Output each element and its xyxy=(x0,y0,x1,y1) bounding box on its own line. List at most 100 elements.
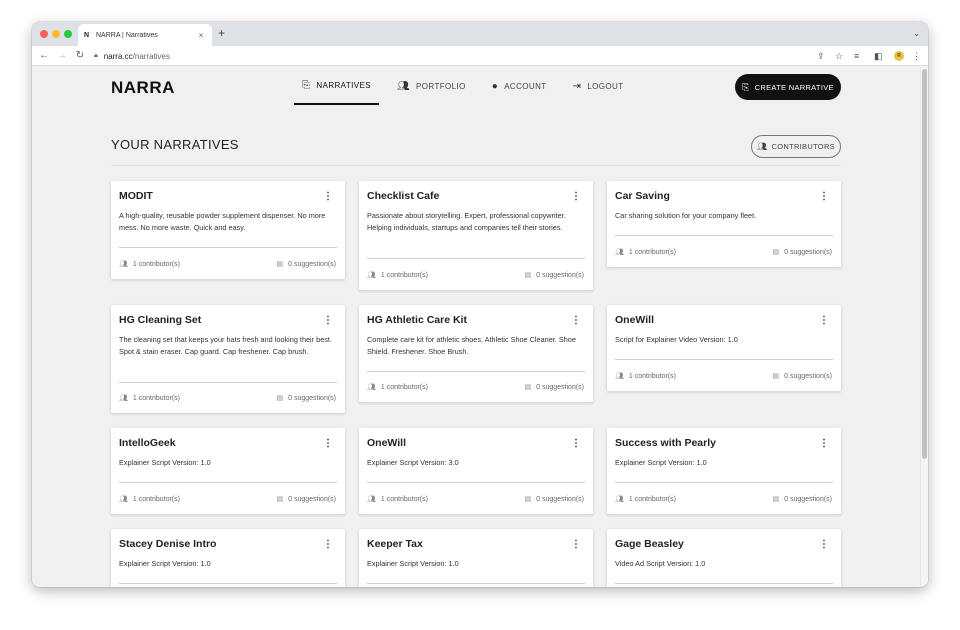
card-description: Passionate about storytelling. Expert, p… xyxy=(367,211,566,232)
nav-label: PORTFOLIO xyxy=(416,81,466,91)
side-panel-icon[interactable]: ◧ xyxy=(874,50,883,62)
more-vert-icon[interactable]: ⋮ xyxy=(819,192,829,202)
comment-icon: ▤ xyxy=(772,496,780,503)
logo[interactable]: NARRA xyxy=(111,78,175,98)
narrative-card[interactable]: Success with Pearly ⋮ Explainer Script V… xyxy=(607,428,841,514)
people-icon: 👥︎ xyxy=(119,395,128,402)
more-vert-icon[interactable]: ⋮ xyxy=(571,439,581,449)
profile-avatar[interactable]: R xyxy=(894,51,904,61)
browser-tab[interactable]: N NARRA | Narratives × xyxy=(78,24,212,46)
narrative-card[interactable]: Stacey Denise Intro ⋮ Explainer Script V… xyxy=(111,529,345,587)
narrative-card[interactable]: Checklist Cafe ⋮ Passionate about storyt… xyxy=(359,181,593,290)
more-vert-icon[interactable]: ⋮ xyxy=(323,439,333,449)
favicon: N xyxy=(84,31,90,39)
minimize-window-button[interactable] xyxy=(52,30,60,38)
people-icon: 👥︎ xyxy=(615,373,624,380)
bookmark-star-icon[interactable]: ☆ xyxy=(835,50,843,62)
suggestions-count: ▤ 0 suggestion(s) xyxy=(524,383,584,392)
narrative-card[interactable]: IntelloGeek ⋮ Explainer Script Version: … xyxy=(111,428,345,514)
suggestions-count: ▤ 0 suggestion(s) xyxy=(772,372,832,381)
more-vert-icon[interactable]: ⋮ xyxy=(571,540,581,550)
card-divider xyxy=(119,247,337,248)
more-vert-icon[interactable]: ⋮ xyxy=(323,316,333,326)
card-divider xyxy=(119,482,337,483)
suggestions-count: ▤ 0 suggestion(s) xyxy=(772,248,832,257)
comment-icon: ▤ xyxy=(276,496,284,503)
nav-narratives[interactable]: ⎘ NARRATIVES xyxy=(294,67,379,105)
tab-close-icon[interactable]: × xyxy=(196,31,206,40)
card-description: A high-quality, reusable powder suppleme… xyxy=(119,211,326,232)
narrative-card[interactable]: Car Saving ⋮ Car sharing solution for yo… xyxy=(607,181,841,267)
suggestions-count: ▤ 0 suggestion(s) xyxy=(524,495,584,504)
more-vert-icon[interactable]: ⋮ xyxy=(819,439,829,449)
card-divider xyxy=(367,583,585,584)
people-icon: 👥︎ xyxy=(367,384,376,391)
narrative-card[interactable]: Keeper Tax ⋮ Explainer Script Version: 1… xyxy=(359,529,593,587)
narrative-card[interactable]: OneWill ⋮ Script for Explainer Video Ver… xyxy=(607,305,841,391)
more-vert-icon[interactable]: ⋮ xyxy=(571,316,581,326)
browser-window: N NARRA | Narratives × + ⌄ ← → ↻ 🔒︎ narr… xyxy=(32,22,928,587)
narrative-icon: ⎘ xyxy=(302,79,311,91)
card-divider xyxy=(119,583,337,584)
narrative-card[interactable]: Gage Beasley ⋮ Video Ad Script Version: … xyxy=(607,529,841,587)
people-icon: 👥︎ xyxy=(367,496,376,503)
scrollbar-thumb[interactable] xyxy=(922,69,927,459)
page-scrollbar[interactable] xyxy=(920,67,928,587)
contributors-count: 👥︎ 1 contributor(s) xyxy=(615,248,676,257)
card-divider xyxy=(615,359,833,360)
nav-account[interactable]: ● ACCOUNT xyxy=(484,67,555,105)
tab-search-chevron-icon[interactable]: ⌄ xyxy=(913,29,920,38)
new-tab-button[interactable]: + xyxy=(218,27,225,39)
create-narrative-button[interactable]: ⎘ CREATE NARRATIVE xyxy=(735,74,841,100)
narrative-card[interactable]: HG Cleaning Set ⋮ The cleaning set that … xyxy=(111,305,345,413)
lock-icon[interactable]: 🔒︎ xyxy=(94,52,98,60)
card-description: Script for Explainer Video Version: 1.0 xyxy=(615,335,738,344)
card-description: Complete care kit for athletic shoes. At… xyxy=(367,335,576,356)
card-description: Explainer Script Version: 3.0 xyxy=(367,458,459,467)
nav-label: ACCOUNT xyxy=(504,81,547,91)
forward-arrow-icon[interactable]: → xyxy=(56,49,68,63)
maximize-window-button[interactable] xyxy=(64,30,72,38)
people-icon: 👥︎ xyxy=(367,272,376,279)
back-arrow-icon[interactable]: ← xyxy=(38,49,50,63)
comment-icon: ▤ xyxy=(524,496,532,503)
nav-portfolio[interactable]: 👥︎ PORTFOLIO xyxy=(389,67,474,105)
more-vert-icon[interactable]: ⋮ xyxy=(571,192,581,202)
narrative-card[interactable]: HG Athletic Care Kit ⋮ Complete care kit… xyxy=(359,305,593,402)
reload-icon[interactable]: ↻ xyxy=(74,49,86,63)
people-icon: 👥︎ xyxy=(396,80,411,92)
suggestions-count: ▤ 0 suggestion(s) xyxy=(276,260,336,269)
people-icon: 👥︎ xyxy=(615,249,624,256)
contributors-button[interactable]: 👥︎ CONTRIBUTORS xyxy=(751,135,841,158)
page-title: YOUR NARRATIVES xyxy=(111,137,239,152)
account-circle-icon: ● xyxy=(491,80,499,92)
card-title: HG Cleaning Set xyxy=(119,314,202,326)
nav-logout[interactable]: ⇥ LOGOUT xyxy=(565,67,632,105)
more-vert-icon[interactable]: ⋮ xyxy=(819,316,829,326)
card-title: Checklist Cafe xyxy=(367,190,440,202)
more-vert-icon[interactable]: ⋮ xyxy=(323,540,333,550)
url-field[interactable]: 🔒︎ narra.cc/narratives xyxy=(94,48,814,64)
card-title: OneWill xyxy=(615,314,654,326)
contributors-count: 👥︎ 1 contributor(s) xyxy=(367,383,428,392)
nav-label: NARRATIVES xyxy=(316,80,371,90)
narrative-card[interactable]: MODIT ⋮ A high-quality, reusable powder … xyxy=(111,181,345,279)
comment-icon: ▤ xyxy=(276,261,284,268)
comment-icon: ▤ xyxy=(524,272,532,279)
card-divider xyxy=(367,258,585,259)
share-icon[interactable]: ⇪ xyxy=(817,50,825,62)
people-icon: 👥︎ xyxy=(119,496,128,503)
more-vert-icon[interactable]: ⋮ xyxy=(323,192,333,202)
card-description: Explainer Script Version: 1.0 xyxy=(615,458,707,467)
comment-icon: ▤ xyxy=(772,249,780,256)
more-vert-icon[interactable]: ⋮ xyxy=(819,540,829,550)
suggestions-count: ▤ 0 suggestion(s) xyxy=(276,394,336,403)
reading-list-icon[interactable]: ≡ xyxy=(854,50,859,62)
contributors-count: 👥︎ 1 contributor(s) xyxy=(367,495,428,504)
kebab-menu-icon[interactable]: ⋮ xyxy=(912,50,921,62)
contributors-count: 👥︎ 1 contributor(s) xyxy=(119,260,180,269)
card-divider xyxy=(615,235,833,236)
narrative-card[interactable]: OneWill ⋮ Explainer Script Version: 3.0 … xyxy=(359,428,593,514)
card-divider xyxy=(615,482,833,483)
close-window-button[interactable] xyxy=(40,30,48,38)
